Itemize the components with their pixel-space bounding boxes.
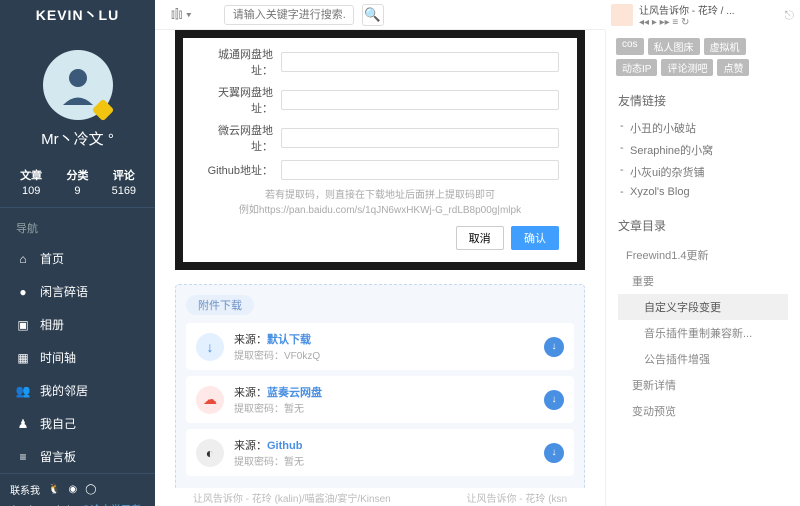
- cloud-icon: ☁: [196, 386, 224, 414]
- nav-self[interactable]: ♟ 我自己: [0, 407, 155, 440]
- tag[interactable]: 评论测吧: [661, 59, 713, 76]
- nav-section-title: 导航: [0, 208, 155, 242]
- nav-album[interactable]: ▣ 相册: [0, 308, 155, 341]
- download-button[interactable]: ↓: [544, 390, 564, 410]
- toc-item[interactable]: 自定义字段变更: [618, 294, 788, 320]
- nav-guestbook[interactable]: ≡ 留言板: [0, 440, 155, 473]
- friend-link[interactable]: 小灰ui的杂货铺: [618, 161, 788, 183]
- toc-item[interactable]: 公告插件增强: [618, 346, 788, 372]
- github-icon: ◐: [196, 439, 224, 467]
- field-label: 微云网盘地址：: [201, 122, 281, 154]
- tag[interactable]: 私人图床: [648, 38, 700, 55]
- nav-label: 我自己: [40, 415, 76, 432]
- tag[interactable]: 虚拟机: [704, 38, 746, 55]
- image-icon: ▣: [16, 318, 30, 332]
- player-controls[interactable]: ◂◂ ▸ ▸▸ ≡ ↻: [639, 17, 779, 28]
- tag[interactable]: cos: [616, 38, 644, 55]
- tag[interactable]: 动态IP: [616, 59, 657, 76]
- search-input[interactable]: [224, 5, 354, 25]
- nav-label: 我的邻居: [40, 382, 88, 399]
- download-button[interactable]: ↓: [544, 337, 564, 357]
- attachments-card: 附件下载 ↓ 来源：默认下载提取密码：VF0kzQ ↓ ☁ 来源：蓝奏云网盘提取…: [175, 284, 585, 493]
- nav-label: 首页: [40, 250, 64, 267]
- home-icon: ⌂: [16, 252, 30, 266]
- nav-label: 时间轴: [40, 349, 76, 366]
- download-button[interactable]: ↓: [544, 443, 564, 463]
- note-icon: ≡: [16, 450, 30, 464]
- chat-icon: ●: [16, 285, 30, 299]
- friend-link[interactable]: Xyzol's Blog: [618, 183, 788, 201]
- logout-icon[interactable]: ⎋: [785, 8, 795, 23]
- player-track-title: 让风告诉你 - 花玲 / ...: [639, 2, 779, 17]
- github-icon[interactable]: ◯: [85, 484, 96, 495]
- ctfile-input[interactable]: [281, 52, 559, 72]
- toc-item[interactable]: 重要: [618, 268, 788, 294]
- field-label: 天翼网盘地址：: [201, 84, 281, 116]
- nav-label: 相册: [40, 316, 64, 333]
- toc-item[interactable]: 更新详情: [618, 372, 788, 398]
- user-icon: ♟: [16, 417, 30, 431]
- field-label: Github地址：: [201, 162, 281, 178]
- attachment-item: ☁ 来源：蓝奏云网盘提取密码：暂无 ↓: [186, 376, 574, 423]
- now-playing-2: 让风告诉你 - 花玲 (ksn: [467, 490, 568, 505]
- avatar[interactable]: [43, 50, 113, 120]
- weiyun-input[interactable]: [281, 128, 559, 148]
- toc-item[interactable]: Freewind1.4更新: [618, 242, 788, 268]
- tag[interactable]: 点赞: [717, 59, 749, 76]
- site-logo[interactable]: KEVIN丶LU: [0, 0, 155, 30]
- toc-heading: 文章目录: [618, 217, 788, 234]
- download-icon: ↓: [196, 333, 224, 361]
- modal-hint: 若有提取码，则直接在下载地址后面拼上提取码即可例如https://pan.bai…: [201, 186, 559, 216]
- toc-item[interactable]: 音乐插件重制兼容新...: [618, 320, 788, 346]
- friend-link[interactable]: 小丑的小破站: [618, 117, 788, 139]
- nav-talk[interactable]: ● 闲言碎语: [0, 275, 155, 308]
- confirm-button[interactable]: 确认: [511, 226, 559, 250]
- player-cover[interactable]: [611, 4, 633, 26]
- friend-link[interactable]: Seraphine的小窝: [618, 139, 788, 161]
- username: Mr丶冷文 °: [0, 128, 155, 149]
- field-label: 城通网盘地址：: [201, 46, 281, 78]
- tianyi-input[interactable]: [281, 90, 559, 110]
- cancel-button[interactable]: 取消: [456, 226, 504, 250]
- attachments-title: 附件下载: [186, 295, 254, 315]
- download-modal: 城通网盘地址： 天翼网盘地址： 微云网盘地址： Github地址： 若有提取码，…: [183, 38, 577, 262]
- users-icon: 👥: [16, 384, 30, 398]
- qq-icon[interactable]: 🐧: [48, 484, 60, 495]
- toc-item[interactable]: 变动预览: [618, 398, 788, 424]
- stat-categories[interactable]: 分类9: [54, 167, 100, 197]
- stat-comments[interactable]: 评论5169: [101, 167, 147, 197]
- attachment-item: ↓ 来源：默认下载提取密码：VF0kzQ ↓: [186, 323, 574, 370]
- calendar-icon: ▦: [16, 351, 30, 365]
- weibo-icon[interactable]: ◉: [68, 484, 77, 495]
- nav-label: 留言板: [40, 448, 76, 465]
- search-icon: 🔍: [364, 7, 381, 23]
- links-heading: 友情链接: [618, 92, 788, 109]
- stat-articles[interactable]: 文章109: [8, 167, 54, 197]
- github-input[interactable]: [281, 160, 559, 180]
- chart-dropdown[interactable]: ⫾⫿⫾ ▾: [165, 7, 198, 22]
- nav-neighbors[interactable]: 👥 我的邻居: [0, 374, 155, 407]
- nav-timeline[interactable]: ▦ 时间轴: [0, 341, 155, 374]
- footer-contact-label: 联系我: [10, 482, 40, 497]
- attachment-item: ◐ 来源：Github提取密码：暂无 ↓: [186, 429, 574, 476]
- nav-label: 闲言碎语: [40, 283, 88, 300]
- search-button[interactable]: 🔍: [362, 4, 384, 26]
- now-playing-1: 让风告诉你 - 花玲 (kalin)/喵酱油/宴宁/Kinsen: [193, 490, 391, 505]
- nav-home[interactable]: ⌂ 首页: [0, 242, 155, 275]
